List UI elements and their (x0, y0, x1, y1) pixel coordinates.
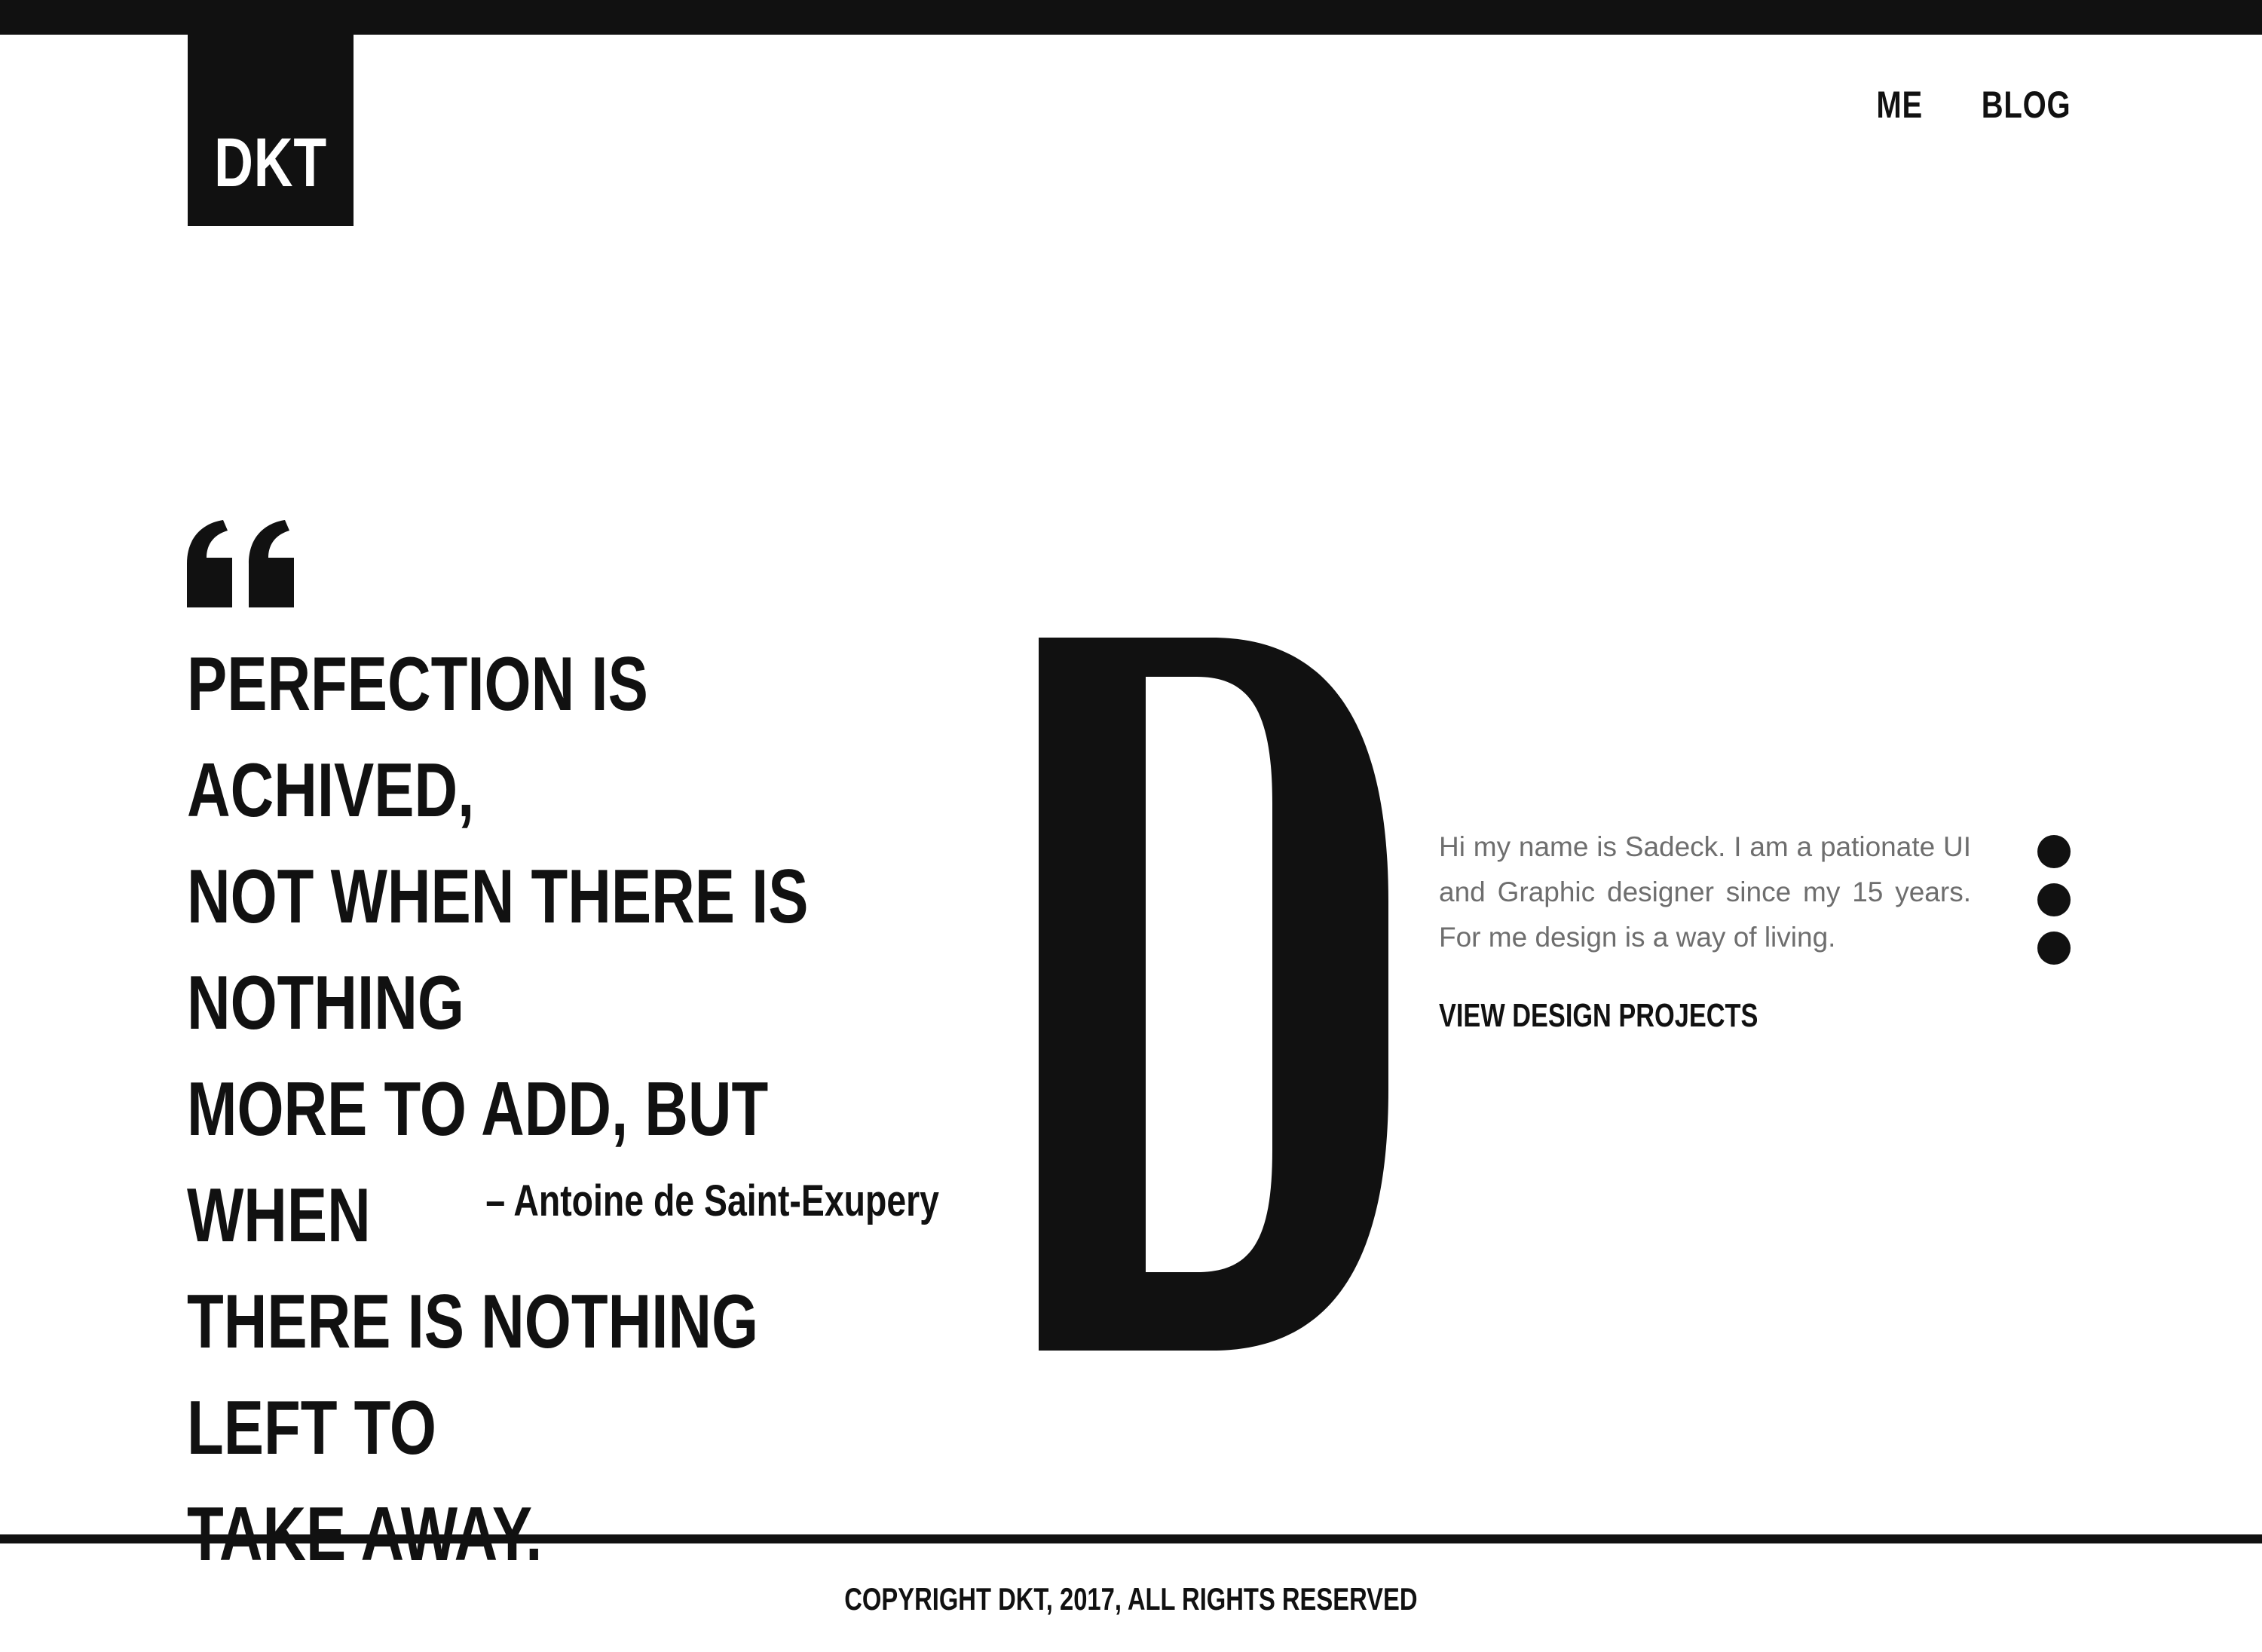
footer: COPYRIGHT DKT, 2017, ALL RIGHTS RESERVED (0, 1578, 2262, 1620)
hero-letter-graphic (1039, 638, 1388, 1351)
nav-item-me[interactable]: ME (1876, 86, 1923, 124)
slide-pager (2037, 835, 2071, 965)
quote-text: PERFECTION IS ACHIVED, NOT WHEN THERE IS… (187, 642, 809, 1577)
copyright-text: COPYRIGHT DKT, 2017, ALL RIGHTS RESERVED (844, 1581, 1418, 1617)
bio-text: Hi my name is Sadeck. I am a pationate U… (1439, 831, 1971, 953)
logo-text: DKT (214, 124, 327, 201)
footer-divider (0, 1534, 2262, 1543)
pager-dot-2[interactable] (2037, 883, 2071, 916)
view-design-projects-link[interactable]: VIEW DESIGN PROJECTS (1439, 993, 1758, 1039)
pager-dot-3[interactable] (2037, 932, 2071, 965)
main-nav: ME BLOG (1865, 86, 2071, 124)
nav-item-blog[interactable]: BLOG (1981, 86, 2071, 124)
logo[interactable]: DKT (188, 0, 354, 226)
quote-author: – Antoine de Saint-Exupery (485, 1176, 939, 1225)
pager-dot-1[interactable] (2037, 835, 2071, 868)
quote-icon (187, 520, 294, 607)
